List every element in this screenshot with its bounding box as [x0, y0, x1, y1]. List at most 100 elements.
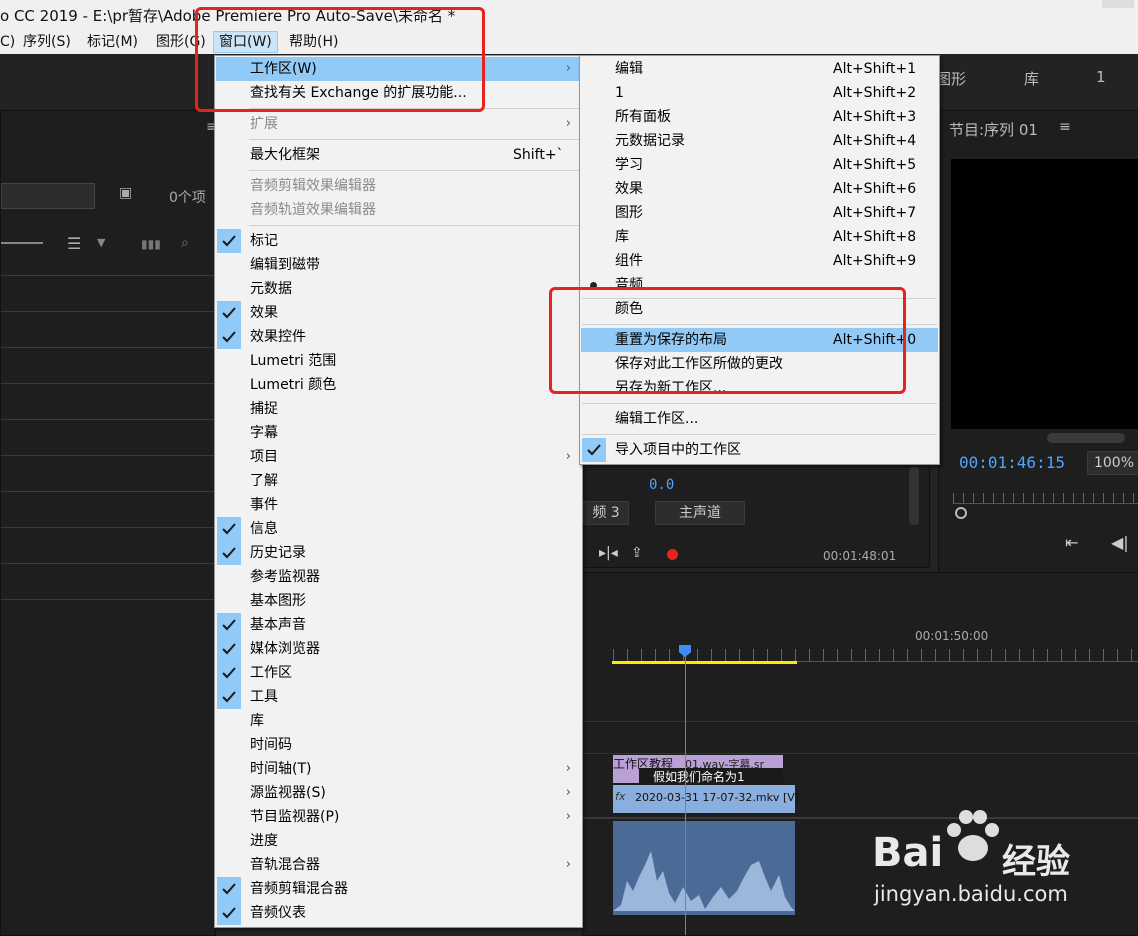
menu-item-panel[interactable]: 元数据	[216, 277, 581, 301]
checkmark-icon	[217, 517, 241, 541]
checkmark-icon	[217, 325, 241, 349]
menu-item-panel[interactable]: 进度	[216, 829, 581, 853]
chevron-right-icon: ›	[565, 857, 571, 872]
subtitle-clip[interactable]: 工作区教程 01.wav-字幕.sr 假如我们命名为1	[613, 755, 783, 783]
menu-item-panel[interactable]: 项目 ›	[216, 445, 581, 469]
menu-item-panel[interactable]: 节目监视器(P) ›	[216, 805, 581, 829]
menu-item-label: 基本声音	[250, 617, 306, 633]
menu-item-panel[interactable]: 媒体浏览器	[216, 637, 581, 661]
sort-icon[interactable]: ☰	[67, 234, 81, 253]
ws-item[interactable]: 编辑 Alt+Shift+1	[581, 57, 938, 81]
menu-item-label: 库	[250, 713, 264, 729]
menu-item-maximize-frame[interactable]: 最大化框架 Shift+`	[216, 143, 581, 167]
menu-item-panel[interactable]: 字幕	[216, 421, 581, 445]
menu-item-label: 工具	[250, 689, 278, 705]
playhead-handle[interactable]	[955, 507, 967, 519]
menu-item-label: 时间轴(T)	[250, 761, 312, 777]
ws-item[interactable]: 元数据记录 Alt+Shift+4	[581, 129, 938, 153]
scrollbar[interactable]	[909, 467, 919, 525]
menu-item-label: 学习	[615, 157, 643, 173]
project-item-count: 0个项	[169, 190, 206, 206]
tab-graphics[interactable]: 图形	[936, 68, 966, 89]
export-icon[interactable]: ⇪	[631, 545, 643, 561]
annotation-box	[549, 287, 906, 394]
zoom-slider[interactable]	[1, 242, 43, 244]
ws-item-edit-workspaces[interactable]: 编辑工作区...	[581, 407, 938, 431]
menu-item-panel[interactable]: 效果	[216, 301, 581, 325]
checkmark-icon	[217, 661, 241, 685]
watermark-brand-cn: 经验	[1002, 842, 1070, 882]
find-icon[interactable]: ⌕	[181, 235, 189, 251]
menu-item-panel[interactable]: 工具	[216, 685, 581, 709]
menu-item-shortcut: Alt+Shift+4	[833, 133, 917, 149]
menu-item-panel[interactable]: 库	[216, 709, 581, 733]
menu-item-label: 库	[615, 229, 629, 245]
new-bin-icon[interactable]: ▣	[119, 185, 132, 201]
scrollbar[interactable]	[1047, 433, 1125, 443]
watermark-url: jingyan.baidu.com	[874, 882, 1068, 906]
ws-item-import-from-project[interactable]: 导入项目中的工作区	[581, 438, 938, 462]
ws-item[interactable]: 1 Alt+Shift+2	[581, 81, 938, 105]
automate-icon[interactable]: ▮▮▮	[141, 237, 161, 251]
menu-item-label: 组件	[615, 253, 643, 269]
menu-item-label: 信息	[250, 521, 278, 537]
menu-sequence[interactable]: 序列(S)	[23, 32, 71, 52]
menu-item-panel[interactable]: 编辑到磁带	[216, 253, 581, 277]
ws-item[interactable]: 所有面板 Alt+Shift+3	[581, 105, 938, 129]
menu-item-panel[interactable]: 音轨混合器 ›	[216, 853, 581, 877]
menu-item-panel[interactable]: 音频剪辑混合器	[216, 877, 581, 901]
menu-item-panel[interactable]: 工作区	[216, 661, 581, 685]
ws-item[interactable]: 学习 Alt+Shift+5	[581, 153, 938, 177]
project-search-input[interactable]	[1, 183, 95, 209]
checkmark-icon	[217, 541, 241, 565]
menu-item-panel[interactable]: 基本声音	[216, 613, 581, 637]
ws-item[interactable]: 组件 Alt+Shift+9	[581, 249, 938, 273]
menu-item-panel[interactable]: 时间码	[216, 733, 581, 757]
audio-clip[interactable]	[613, 821, 795, 915]
menu-item-panel[interactable]: 标记	[216, 229, 581, 253]
divider	[1, 599, 216, 600]
menu-bar: C) 序列(S) 标记(M) 图形(G) 窗口(W) 帮助(H)	[0, 30, 1138, 54]
tab-libraries[interactable]: 库	[1024, 68, 1039, 89]
step-back-icon[interactable]: ◀|	[1111, 533, 1129, 552]
menu-item-label: 时间码	[250, 737, 292, 753]
tab-workspace-1[interactable]: 1	[1096, 68, 1106, 86]
menu-item-panel[interactable]: 参考监视器	[216, 565, 581, 589]
record-icon[interactable]	[667, 549, 678, 560]
menu-clip[interactable]: C)	[0, 32, 15, 52]
menu-item-panel[interactable]: Lumetri 范围	[216, 349, 581, 373]
video-clip[interactable]: fx 2020-03-31 17-07-32.mkv [V]	[613, 785, 799, 813]
chevron-down-icon[interactable]: ▼	[97, 236, 105, 249]
ws-item[interactable]: 效果 Alt+Shift+6	[581, 177, 938, 201]
menu-item-panel[interactable]: 时间轴(T) ›	[216, 757, 581, 781]
panel-menu-icon[interactable]: ≡	[1059, 119, 1071, 135]
loop-icon[interactable]: ▸|◂	[599, 545, 618, 561]
ws-item[interactable]: 图形 Alt+Shift+7	[581, 201, 938, 225]
go-to-in-icon[interactable]: ⇤	[1065, 533, 1078, 552]
title-bar: o CC 2019 - E:\pr暂存\Adobe Premiere Pro A…	[0, 0, 1138, 30]
menu-item-shortcut: Alt+Shift+8	[833, 229, 917, 245]
menu-item-panel[interactable]: 信息	[216, 517, 581, 541]
ws-item[interactable]: 库 Alt+Shift+8	[581, 225, 938, 249]
menu-item-shortcut: Alt+Shift+2	[833, 85, 917, 101]
menu-item-panel[interactable]: 音频仪表	[216, 901, 581, 925]
work-area-bar[interactable]	[612, 661, 797, 664]
menu-item-shortcut: Alt+Shift+1	[833, 61, 917, 77]
zoom-select[interactable]: 100%	[1087, 451, 1138, 475]
menu-item-panel[interactable]: 事件	[216, 493, 581, 517]
menu-item-panel[interactable]: 源监视器(S) ›	[216, 781, 581, 805]
program-timecode[interactable]: 00:01:46:15	[959, 453, 1065, 472]
menu-item-shortcut: Shift+`	[513, 147, 564, 163]
menu-item-panel[interactable]: Lumetri 颜色	[216, 373, 581, 397]
divider	[1, 275, 216, 276]
window-controls[interactable]	[1102, 0, 1134, 8]
menu-item-panel[interactable]: 基本图形	[216, 589, 581, 613]
menu-separator	[582, 434, 937, 435]
menu-item-panel[interactable]: 效果控件	[216, 325, 581, 349]
menu-marker[interactable]: 标记(M)	[87, 32, 138, 52]
menu-item-panel[interactable]: 捕捉	[216, 397, 581, 421]
monitor-time-ruler[interactable]	[953, 493, 1138, 504]
menu-item-panel[interactable]: 历史记录	[216, 541, 581, 565]
menu-item-panel[interactable]: 了解	[216, 469, 581, 493]
menu-item-label: 导入项目中的工作区	[615, 442, 741, 458]
